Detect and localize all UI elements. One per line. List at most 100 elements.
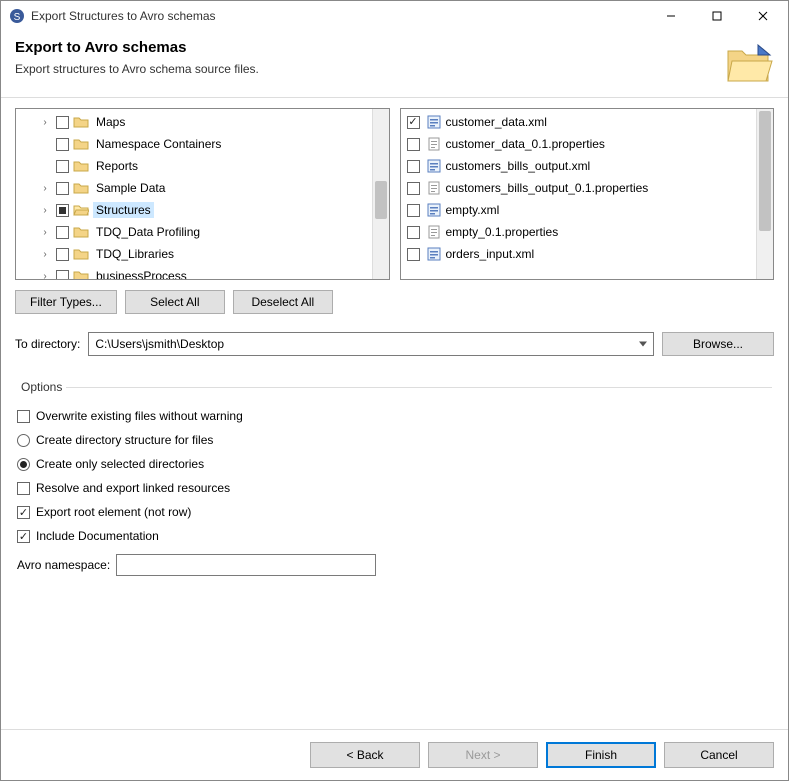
include-doc-checkbox[interactable] — [17, 530, 30, 543]
deselect-all-button[interactable]: Deselect All — [233, 290, 333, 314]
file-item[interactable]: customers_bills_output.xml — [405, 155, 756, 177]
tree-checkbox[interactable] — [56, 160, 69, 173]
tree-item-label: TDQ_Libraries — [93, 246, 177, 262]
tree-expander-icon[interactable]: › — [38, 271, 52, 280]
svg-text:S: S — [14, 12, 21, 23]
tree-item[interactable]: › TDQ_Libraries — [22, 243, 371, 265]
file-item[interactable]: empty.xml — [405, 199, 756, 221]
tree-item-label: Namespace Containers — [93, 136, 224, 152]
file-item[interactable]: customer_data.xml — [405, 111, 756, 133]
tree-item[interactable]: ›Structures — [22, 199, 371, 221]
folder-icon — [73, 180, 89, 196]
file-list-pane[interactable]: customer_data.xml customer_data_0.1.prope… — [400, 108, 775, 280]
file-checkbox[interactable] — [407, 248, 420, 261]
tree-checkbox[interactable] — [56, 182, 69, 195]
folder-icon — [73, 114, 89, 130]
tree-item-label: Sample Data — [93, 180, 168, 196]
include-doc-label: Include Documentation — [36, 529, 159, 543]
finish-button[interactable]: Finish — [546, 742, 656, 768]
include-doc-option[interactable]: Include Documentation — [17, 524, 772, 548]
file-item-label: customers_bills_output.xml — [446, 159, 591, 173]
tree-item[interactable]: › TDQ_Data Profiling — [22, 221, 371, 243]
tree-checkbox[interactable] — [56, 270, 69, 280]
tree-item-label: businessProcess — [93, 268, 190, 279]
file-item-label: orders_input.xml — [446, 247, 535, 261]
tree-item[interactable]: Reports — [22, 155, 371, 177]
dialog-content: ›Maps Namespace Containers Reports › Sample … — [1, 98, 788, 729]
file-item-label: empty_0.1.properties — [446, 225, 559, 239]
file-item[interactable]: empty_0.1.properties — [405, 221, 756, 243]
file-checkbox[interactable] — [407, 182, 420, 195]
file-item-label: customer_data_0.1.properties — [446, 137, 605, 151]
folder-icon — [73, 202, 89, 218]
file-checkbox[interactable] — [407, 204, 420, 217]
folder-icon — [73, 246, 89, 262]
tree-item[interactable]: ›Maps — [22, 111, 371, 133]
browse-button[interactable]: Browse... — [662, 332, 774, 356]
create-dir-structure-radio[interactable] — [17, 434, 30, 447]
select-all-button[interactable]: Select All — [125, 290, 225, 314]
folder-icon — [73, 268, 89, 279]
resolve-linked-checkbox[interactable] — [17, 482, 30, 495]
tree-scrollbar[interactable] — [372, 109, 389, 279]
folder-tree-pane[interactable]: ›Maps Namespace Containers Reports › Sample … — [15, 108, 390, 280]
file-checkbox[interactable] — [407, 160, 420, 173]
titlebar: S Export Structures to Avro schemas — [1, 1, 788, 31]
tree-expander-icon[interactable]: › — [38, 117, 52, 128]
tree-expander-icon[interactable]: › — [38, 227, 52, 238]
options-group: Options Overwrite existing files without… — [17, 380, 772, 576]
maximize-button[interactable] — [694, 2, 740, 30]
file-scrollbar[interactable] — [756, 109, 773, 279]
filter-types-button[interactable]: Filter Types... — [15, 290, 117, 314]
create-only-selected-option[interactable]: Create only selected directories — [17, 452, 772, 476]
cancel-button[interactable]: Cancel — [664, 742, 774, 768]
file-checkbox[interactable] — [407, 138, 420, 151]
file-item[interactable]: orders_input.xml — [405, 243, 756, 265]
file-item-label: customer_data.xml — [446, 115, 547, 129]
overwrite-option[interactable]: Overwrite existing files without warning — [17, 404, 772, 428]
folder-icon — [73, 158, 89, 174]
namespace-input[interactable] — [116, 554, 376, 576]
file-item[interactable]: customers_bills_output_0.1.properties — [405, 177, 756, 199]
create-dir-structure-option[interactable]: Create directory structure for files — [17, 428, 772, 452]
tree-expander-icon[interactable]: › — [38, 183, 52, 194]
xml-file-icon — [426, 158, 442, 174]
selection-button-row: Filter Types... Select All Deselect All — [15, 290, 774, 314]
folder-icon — [73, 136, 89, 152]
directory-row: To directory: C:\Users\jsmith\Desktop Br… — [15, 332, 774, 356]
resolve-linked-label: Resolve and export linked resources — [36, 481, 230, 495]
directory-combo[interactable]: C:\Users\jsmith\Desktop — [88, 332, 654, 356]
tree-item-label: Reports — [93, 158, 141, 174]
back-button[interactable]: < Back — [310, 742, 420, 768]
file-checkbox[interactable] — [407, 226, 420, 239]
next-button[interactable]: Next > — [428, 742, 538, 768]
tree-checkbox[interactable] — [56, 138, 69, 151]
properties-file-icon — [426, 136, 442, 152]
selection-panels: ›Maps Namespace Containers Reports › Sample … — [15, 108, 774, 280]
tree-checkbox[interactable] — [56, 204, 69, 217]
tree-expander-icon[interactable]: › — [38, 205, 52, 216]
close-button[interactable] — [740, 2, 786, 30]
file-checkbox[interactable] — [407, 116, 420, 129]
folder-icon — [73, 224, 89, 240]
tree-item[interactable]: Namespace Containers — [22, 133, 371, 155]
dialog-window: S Export Structures to Avro schemas Expo… — [0, 0, 789, 781]
tree-checkbox[interactable] — [56, 226, 69, 239]
resolve-linked-option[interactable]: Resolve and export linked resources — [17, 476, 772, 500]
dialog-footer: < Back Next > Finish Cancel — [1, 729, 788, 780]
window-title: Export Structures to Avro schemas — [31, 9, 648, 23]
create-only-selected-radio[interactable] — [17, 458, 30, 471]
file-item[interactable]: customer_data_0.1.properties — [405, 133, 756, 155]
tree-expander-icon[interactable]: › — [38, 249, 52, 260]
tree-checkbox[interactable] — [56, 116, 69, 129]
properties-file-icon — [426, 224, 442, 240]
overwrite-checkbox[interactable] — [17, 410, 30, 423]
tree-item[interactable]: › Sample Data — [22, 177, 371, 199]
minimize-button[interactable] — [648, 2, 694, 30]
export-root-checkbox[interactable] — [17, 506, 30, 519]
export-root-option[interactable]: Export root element (not row) — [17, 500, 772, 524]
tree-item-label: TDQ_Data Profiling — [93, 224, 203, 240]
tree-checkbox[interactable] — [56, 248, 69, 261]
tree-item[interactable]: › businessProcess — [22, 265, 371, 279]
directory-value: C:\Users\jsmith\Desktop — [95, 337, 224, 351]
